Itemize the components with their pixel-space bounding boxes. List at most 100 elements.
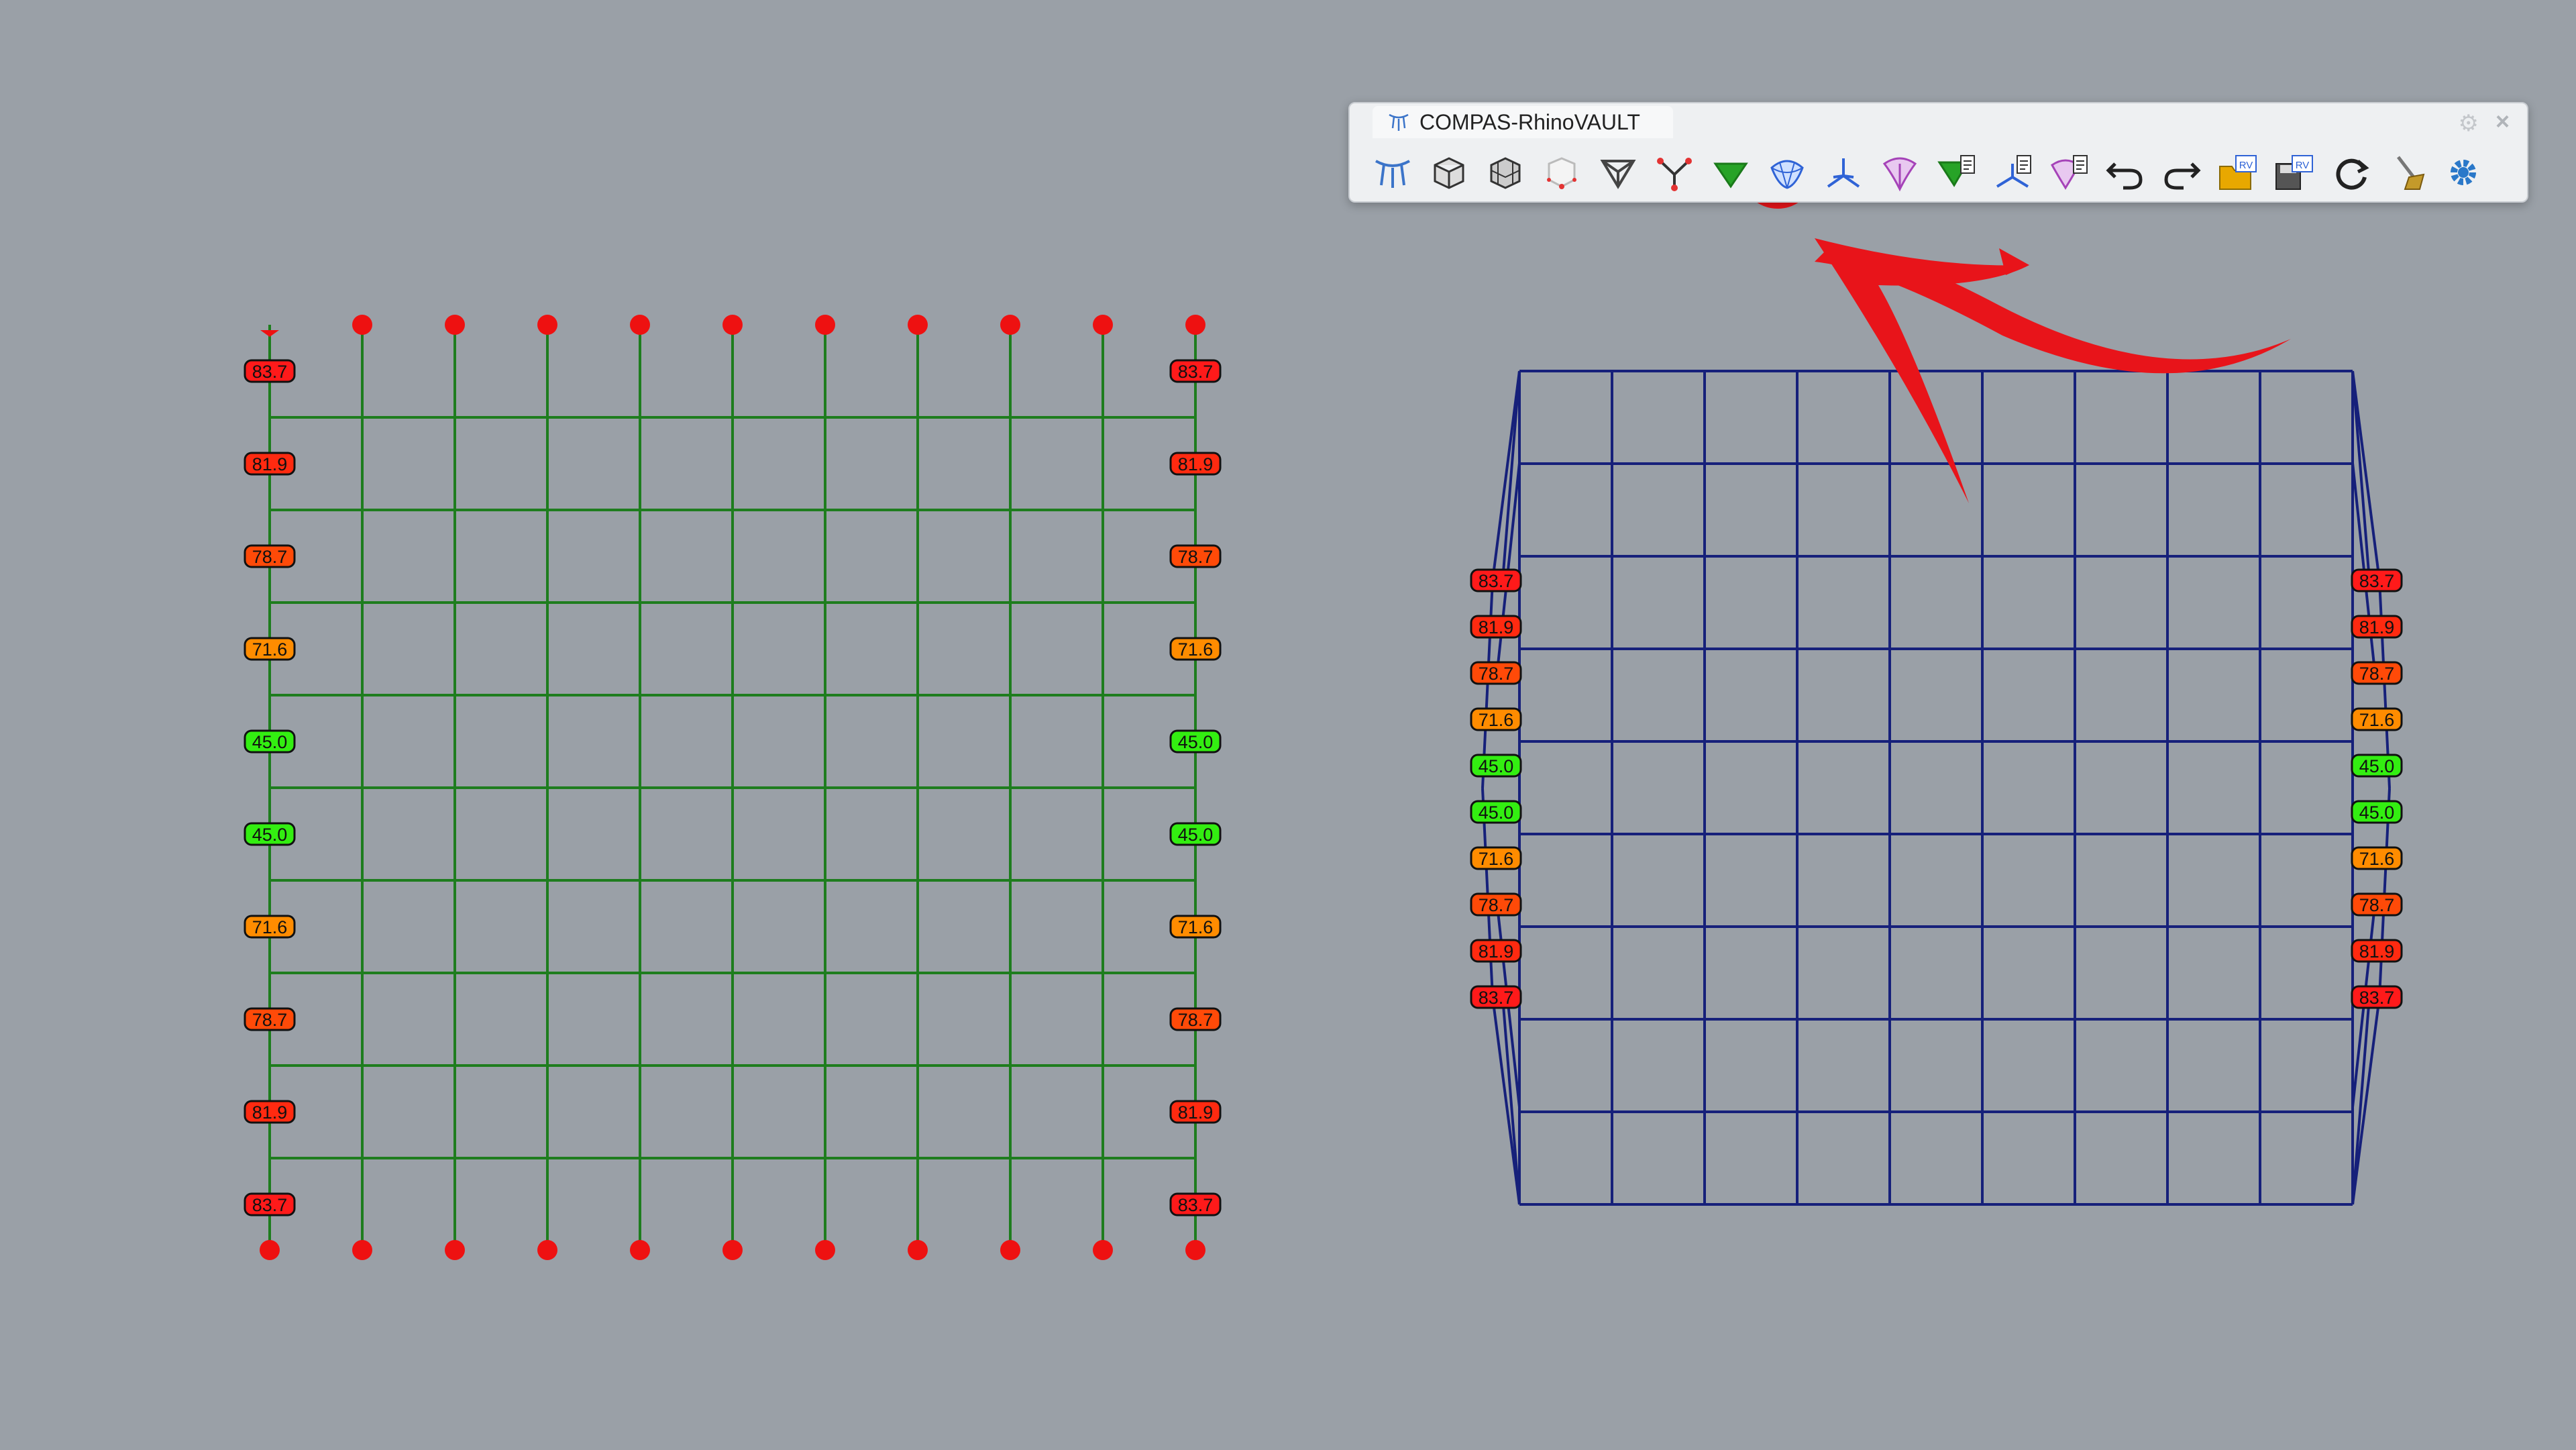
form-support-point[interactable]: [537, 1240, 557, 1260]
form-angle-label-right[interactable]: 83.7: [1169, 359, 1222, 383]
force-angle-label-right[interactable]: 71.6: [2351, 846, 2403, 870]
horizontal-equilibrium-button[interactable]: [1817, 148, 1870, 197]
form-angle-label-right[interactable]: 81.9: [1169, 1100, 1222, 1124]
toolbar-tab[interactable]: COMPAS-RhinoVAULT: [1373, 106, 1673, 138]
form-support-point[interactable]: [908, 1240, 928, 1260]
form-angle-label-right[interactable]: 78.7: [1169, 1007, 1222, 1031]
modify-thrust-button[interactable]: [2042, 148, 2096, 197]
form-angle-label-right[interactable]: 71.6: [1169, 915, 1222, 939]
force-angle-label-right[interactable]: 81.9: [2351, 615, 2403, 639]
form-from-mesh-button[interactable]: [1422, 148, 1476, 197]
force-angle-label-left[interactable]: 83.7: [1470, 568, 1522, 592]
form-support-point[interactable]: [908, 315, 928, 335]
force-angle-label-left[interactable]: 78.7: [1470, 661, 1522, 685]
refresh-button[interactable]: [2324, 148, 2377, 197]
form-angle-label-right-text: 45.0: [1178, 732, 1214, 752]
form-support-point[interactable]: [722, 315, 743, 335]
force-angle-label-left-text: 71.6: [1479, 710, 1514, 730]
form-support-point[interactable]: [1093, 315, 1113, 335]
form-angle-label-left[interactable]: 45.0: [244, 822, 296, 846]
form-support-point[interactable]: [1000, 315, 1020, 335]
force-angle-label-left[interactable]: 71.6: [1470, 707, 1522, 731]
thrust-from-form-icon: [1770, 160, 1804, 189]
form-angle-label-left[interactable]: 81.9: [244, 1100, 296, 1124]
settings-button[interactable]: [2436, 148, 2490, 197]
force-angle-label-left[interactable]: 71.6: [1470, 846, 1522, 870]
form-from-lines-button[interactable]: [1591, 148, 1645, 197]
form-angle-label-left-text: 45.0: [252, 732, 288, 752]
clear-icon: [2397, 156, 2425, 190]
form-angle-label-right-text: 83.7: [1178, 1195, 1214, 1215]
form-angle-label-right[interactable]: 78.7: [1169, 544, 1222, 568]
modify-force-button[interactable]: [1986, 148, 2039, 197]
form-angle-label-right[interactable]: 83.7: [1169, 1192, 1222, 1216]
form-from-skeleton-button[interactable]: [1535, 148, 1589, 197]
toolbar-gear-icon[interactable]: ⚙: [2459, 110, 2479, 137]
force-angle-label-left[interactable]: 45.0: [1470, 754, 1522, 778]
form-support-point[interactable]: [1093, 1240, 1113, 1260]
form-angle-label-right[interactable]: 45.0: [1169, 822, 1222, 846]
form-angle-label-left[interactable]: 78.7: [244, 544, 296, 568]
force-angle-label-left[interactable]: 83.7: [1470, 985, 1522, 1009]
form-angle-label-left[interactable]: 83.7: [244, 359, 296, 383]
form-angle-label-right[interactable]: 45.0: [1169, 729, 1222, 754]
form-angle-label-left[interactable]: 78.7: [244, 1007, 296, 1031]
form-support-point[interactable]: [352, 1240, 372, 1260]
modify-form-button[interactable]: [1929, 148, 1983, 197]
compas-rhinovault-toolbar[interactable]: COMPAS-RhinoVAULT ⚙ × RV RV: [1348, 102, 2528, 203]
form-support-point[interactable]: [815, 1240, 835, 1260]
force-angle-label-right[interactable]: 78.7: [2351, 661, 2403, 685]
force-angle-label-right[interactable]: 45.0: [2351, 800, 2403, 824]
force-angle-label-right[interactable]: 81.9: [2351, 939, 2403, 963]
force-angle-label-left-text: 83.7: [1479, 988, 1514, 1008]
form-angle-label-left[interactable]: 45.0: [244, 729, 296, 754]
force-angle-label-left[interactable]: 81.9: [1470, 615, 1522, 639]
thrust-from-form-button[interactable]: [1760, 148, 1814, 197]
force-angle-label-left[interactable]: 81.9: [1470, 939, 1522, 963]
form-angle-label-right[interactable]: 71.6: [1169, 637, 1222, 661]
form-support-point[interactable]: [445, 315, 465, 335]
force-diagram[interactable]: 83.7 81.9 78.7 71.6 45.0 45.0 71.6 78.7 81.9 83.7…: [1470, 370, 2403, 1206]
force-angle-label-right[interactable]: 71.6: [2351, 707, 2403, 731]
force-angle-label-right[interactable]: 83.7: [2351, 985, 2403, 1009]
force-angle-label-left[interactable]: 78.7: [1470, 892, 1522, 917]
form-support-point[interactable]: [537, 315, 557, 335]
force-angle-label-left[interactable]: 45.0: [1470, 800, 1522, 824]
form-support-point[interactable]: [630, 1240, 650, 1260]
form-support-point[interactable]: [352, 315, 372, 335]
form-support-point[interactable]: [630, 315, 650, 335]
form-support-point[interactable]: [722, 1240, 743, 1260]
toolbar-close-icon[interactable]: ×: [2496, 107, 2510, 136]
vertical-equilibrium-button[interactable]: [1873, 148, 1927, 197]
redo-button[interactable]: [2155, 148, 2208, 197]
supports-button[interactable]: [1648, 148, 1701, 197]
form-angle-label-left-text: 81.9: [252, 454, 288, 474]
clear-button[interactable]: [2380, 148, 2434, 197]
force-angle-label-right[interactable]: 78.7: [2351, 892, 2403, 917]
form-angle-label-left-text: 45.0: [252, 825, 288, 845]
form-support-point[interactable]: [1185, 315, 1205, 335]
form-angle-label-left[interactable]: 83.7: [244, 1192, 296, 1216]
rhino-viewport[interactable]: 83.7 81.9 78.7 71.6 45.0 45.0 71.6 78.7 81.9 83.7…: [0, 0, 2576, 1450]
form-support-point[interactable]: [1000, 1240, 1020, 1260]
form-angle-label-left[interactable]: 81.9: [244, 452, 296, 476]
form-angle-label-right-text: 71.6: [1178, 917, 1214, 937]
form-support-point[interactable]: [1185, 1240, 1205, 1260]
save-session-button[interactable]: RV: [2267, 148, 2321, 197]
form-angle-label-left[interactable]: 71.6: [244, 915, 296, 939]
form-angle-label-right-text: 71.6: [1178, 639, 1214, 660]
force-angle-label-right[interactable]: 45.0: [2351, 754, 2403, 778]
form-diagram[interactable]: 83.7 81.9 78.7 71.6 45.0 45.0 71.6 78.7 81.9 83.7…: [244, 315, 1222, 1260]
force-from-form-button[interactable]: [1704, 148, 1758, 197]
form-support-point[interactable]: [260, 1240, 280, 1260]
form-angle-label-right[interactable]: 81.9: [1169, 452, 1222, 476]
force-angle-label-right[interactable]: 83.7: [2351, 568, 2403, 592]
open-session-button[interactable]: RV: [2211, 148, 2265, 197]
settings-icon: [2451, 160, 2476, 185]
form-angle-label-left[interactable]: 71.6: [244, 637, 296, 661]
form-support-point[interactable]: [815, 315, 835, 335]
rhinovault-init-button[interactable]: [1366, 148, 1419, 197]
form-from-surface-button[interactable]: [1479, 148, 1532, 197]
form-support-point[interactable]: [445, 1240, 465, 1260]
undo-button[interactable]: [2098, 148, 2152, 197]
